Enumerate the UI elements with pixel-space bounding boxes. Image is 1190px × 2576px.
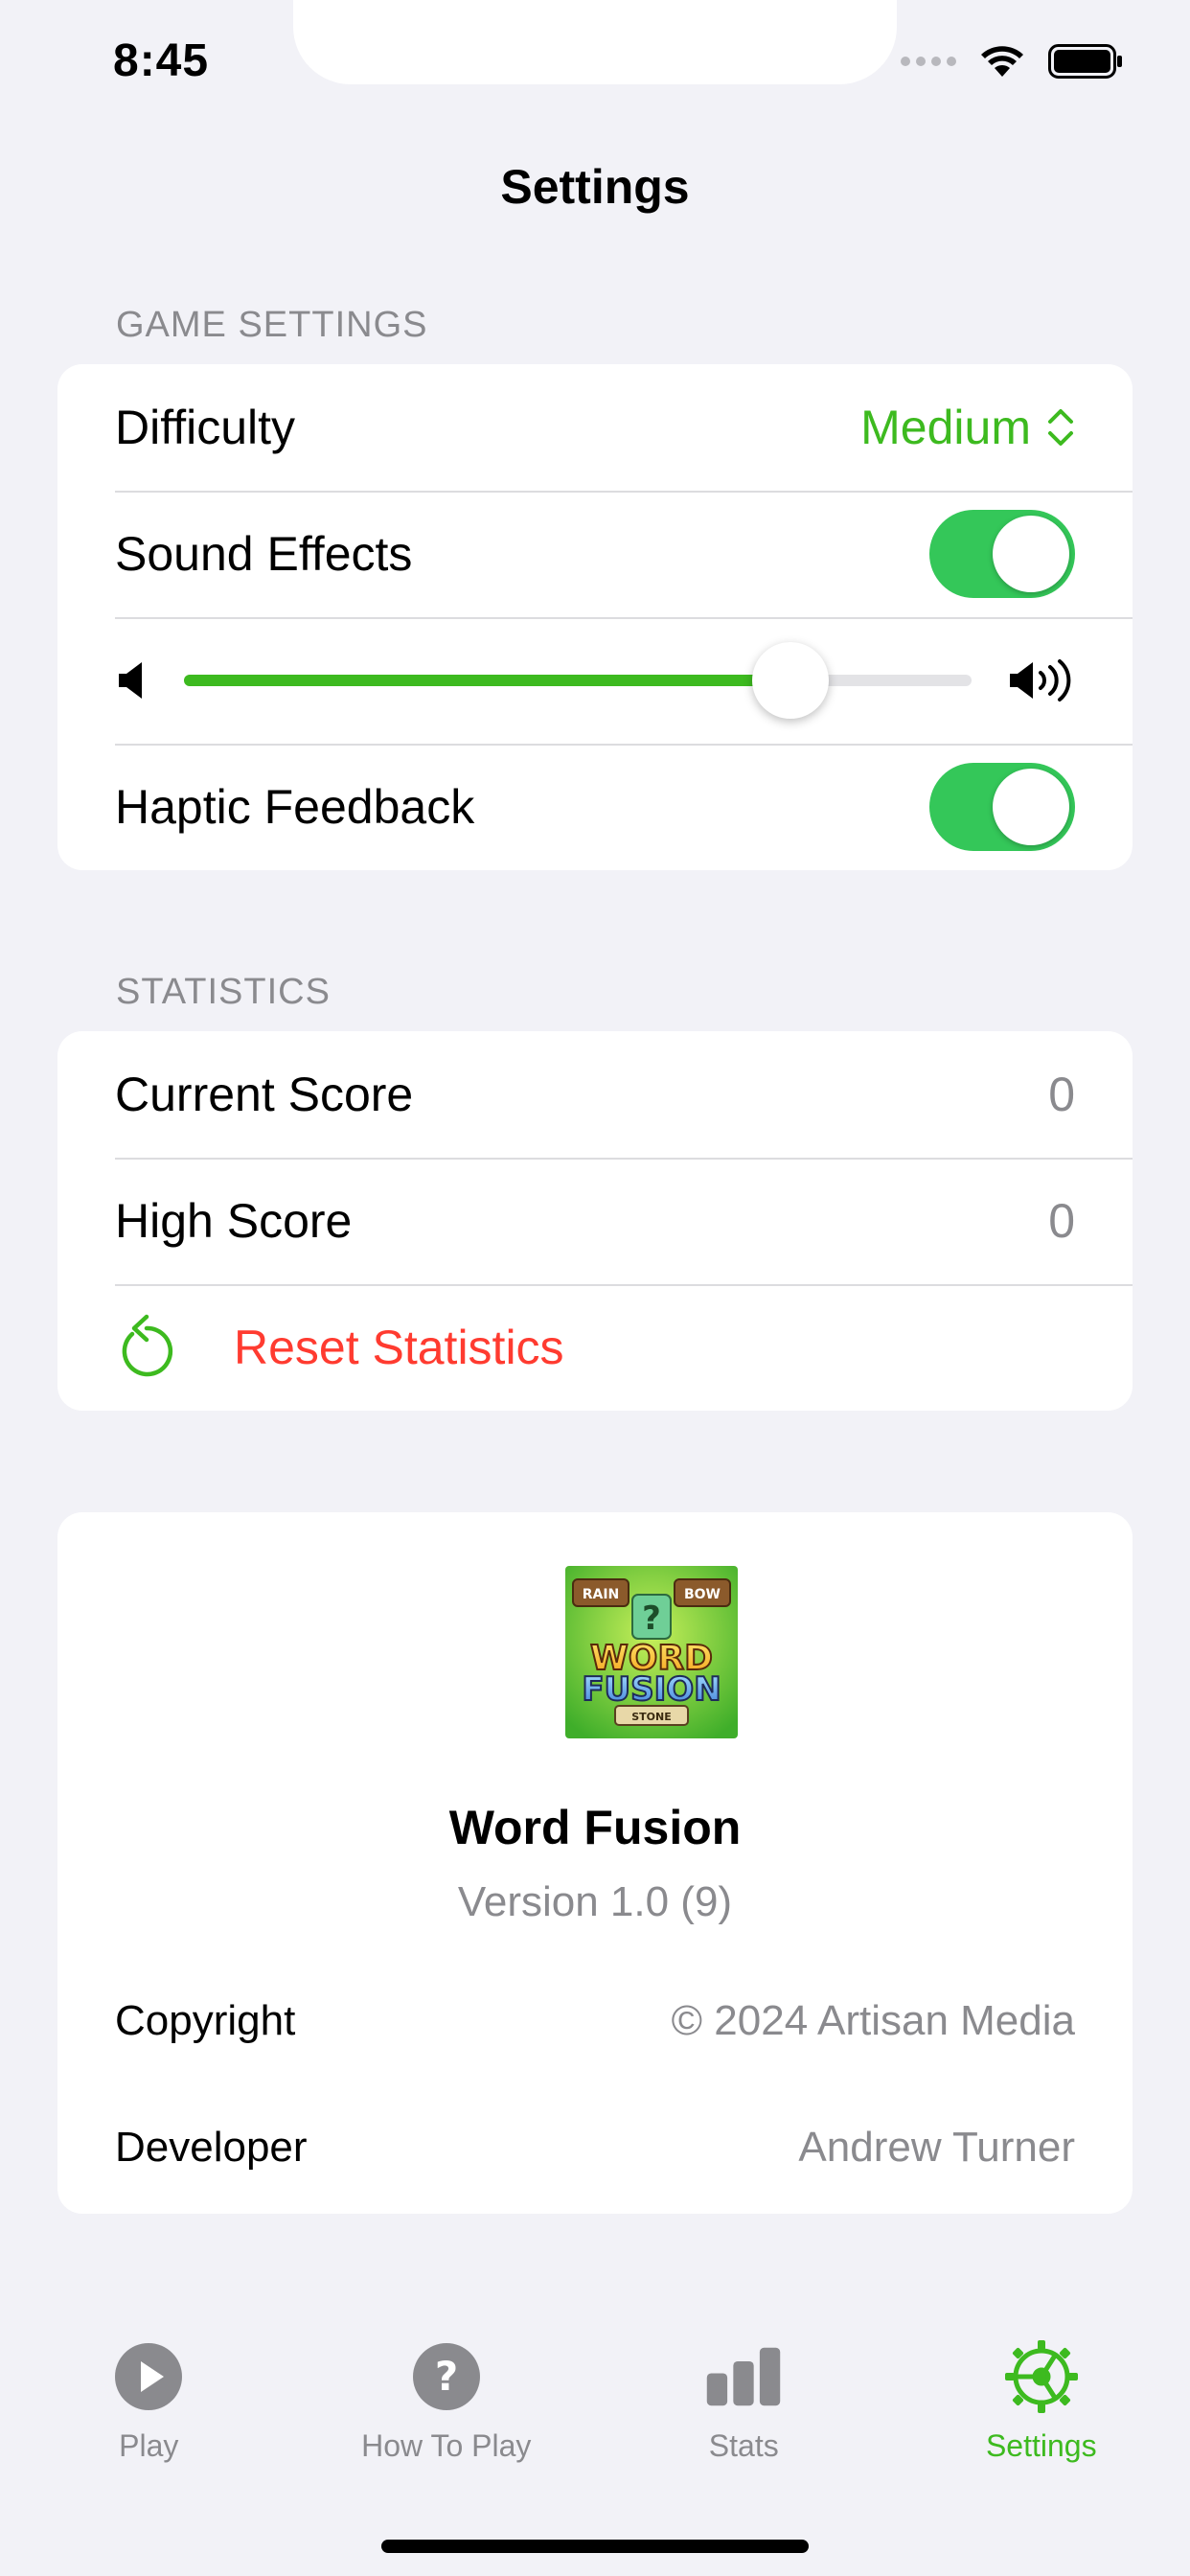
- current-score-label: Current Score: [115, 1068, 414, 1121]
- svg-text:?: ?: [642, 1599, 661, 1638]
- sound-effects-row: Sound Effects: [57, 491, 1133, 617]
- status-icons: [901, 44, 1123, 79]
- tab-how-to-play[interactable]: ? How To Play: [298, 2338, 596, 2472]
- speaker-low-icon: [119, 662, 142, 699]
- game-settings-card: Difficulty Medium Sound Effects Haptic F…: [57, 364, 1133, 870]
- reset-statistics-label: Reset Statistics: [234, 1321, 564, 1374]
- wifi-icon: [981, 46, 1023, 77]
- current-score-value: 0: [1048, 1068, 1075, 1121]
- haptic-feedback-toggle[interactable]: [929, 763, 1075, 851]
- tab-play-label: Play: [119, 2428, 179, 2463]
- page-title: Settings: [500, 160, 690, 214]
- high-score-row: High Score 0: [57, 1158, 1133, 1284]
- statistics-header: STATISTICS: [116, 972, 331, 1012]
- question-icon: ?: [408, 2338, 485, 2415]
- difficulty-value: Medium: [860, 401, 1031, 454]
- svg-text:?: ?: [435, 2353, 458, 2400]
- copyright-label: Copyright: [115, 1997, 296, 2044]
- bar-chart-icon: [705, 2338, 782, 2415]
- developer-row: Developer Andrew Turner: [115, 2124, 1075, 2172]
- difficulty-label: Difficulty: [115, 401, 296, 454]
- sound-effects-toggle[interactable]: [929, 510, 1075, 598]
- high-score-value: 0: [1048, 1194, 1075, 1248]
- reset-icon: [122, 1314, 173, 1377]
- app-name: Word Fusion: [448, 1801, 742, 1854]
- settings-screen: 8:45 Settings GAME SETTINGS Difficulty M…: [0, 0, 1190, 2576]
- volume-row: [57, 617, 1133, 744]
- tab-play[interactable]: Play: [0, 2338, 298, 2472]
- gear-icon: [1003, 2338, 1080, 2415]
- tab-settings-label: Settings: [985, 2428, 1097, 2463]
- tab-settings[interactable]: Settings: [893, 2338, 1190, 2472]
- app-version: Version 1.0 (9): [457, 1878, 733, 1925]
- about-card: RAIN BOW ? WORD FUSION STONE Word Fusion…: [57, 1512, 1133, 2214]
- volume-slider-fill: [184, 675, 790, 686]
- volume-slider[interactable]: [184, 642, 972, 719]
- statistics-card: Current Score 0 High Score 0 Reset Stati…: [57, 1031, 1133, 1411]
- sound-effects-label: Sound Effects: [115, 527, 413, 581]
- tab-stats-label: Stats: [708, 2428, 779, 2463]
- svg-text:STONE: STONE: [631, 1711, 672, 1723]
- difficulty-row[interactable]: Difficulty Medium: [57, 364, 1133, 491]
- developer-value: Andrew Turner: [798, 2124, 1075, 2171]
- current-score-row: Current Score 0: [57, 1031, 1133, 1158]
- haptic-feedback-label: Haptic Feedback: [115, 780, 475, 834]
- status-time: 8:45: [113, 35, 210, 86]
- chevron-up-down-icon: [1048, 409, 1073, 446]
- home-indicator: [381, 2540, 809, 2553]
- svg-text:BOW: BOW: [684, 1587, 721, 1602]
- battery-icon: [1048, 44, 1122, 79]
- app-icon: RAIN BOW ? WORD FUSION STONE: [565, 1566, 738, 1738]
- high-score-label: High Score: [115, 1194, 353, 1248]
- svg-text:RAIN: RAIN: [583, 1587, 620, 1602]
- speaker-high-icon: [1010, 659, 1071, 702]
- play-icon: [110, 2338, 187, 2415]
- reset-statistics-button[interactable]: Reset Statistics: [57, 1284, 1133, 1411]
- tab-stats[interactable]: Stats: [595, 2338, 893, 2472]
- haptic-feedback-row: Haptic Feedback: [57, 744, 1133, 870]
- notch: [293, 0, 897, 84]
- svg-text:FUSION: FUSION: [582, 1670, 721, 1709]
- cellular-signal-icon: [901, 57, 956, 66]
- tab-how-to-play-label: How To Play: [361, 2428, 532, 2463]
- tab-bar: Play ? How To Play Stats Settings: [0, 2338, 1190, 2472]
- volume-slider-thumb[interactable]: [751, 642, 829, 719]
- game-settings-header: GAME SETTINGS: [116, 305, 428, 345]
- difficulty-picker[interactable]: Medium: [860, 400, 1075, 455]
- copyright-value: © 2024 Artisan Media: [671, 1997, 1075, 2044]
- copyright-row: Copyright © 2024 Artisan Media: [115, 1997, 1075, 2045]
- developer-label: Developer: [115, 2124, 308, 2171]
